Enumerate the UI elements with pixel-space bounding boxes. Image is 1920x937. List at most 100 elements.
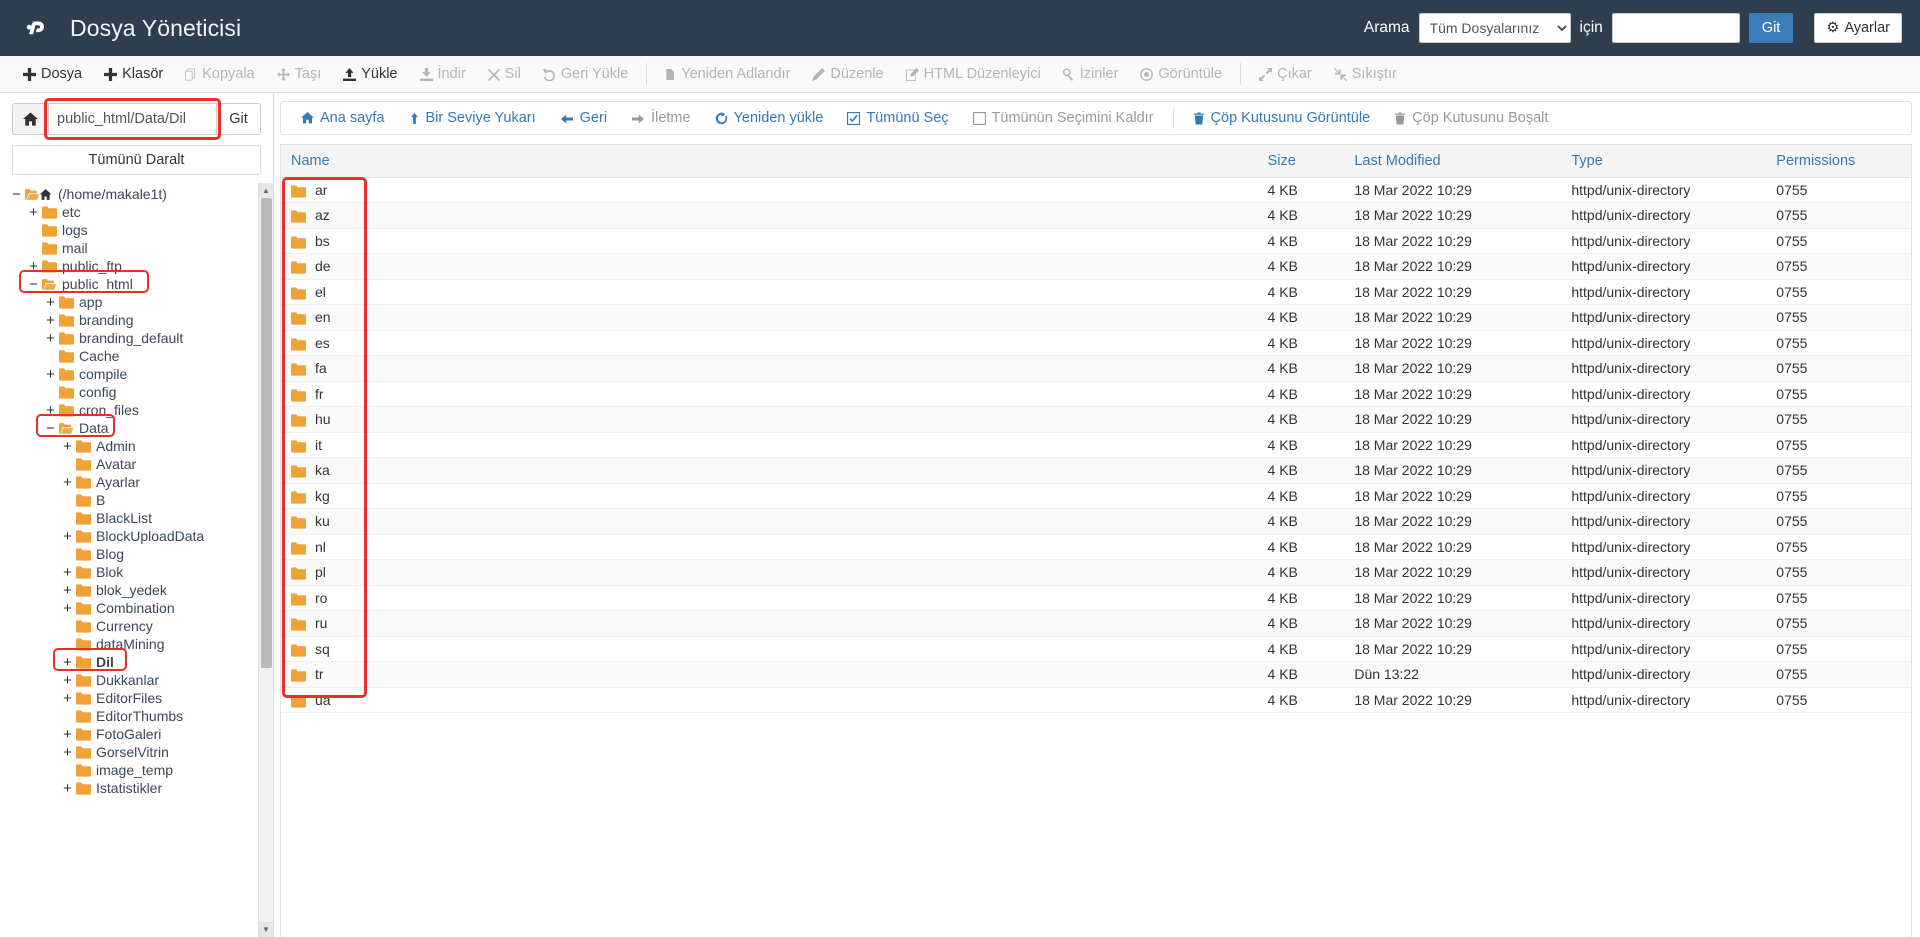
collapse-all-button[interactable]: Tümünü Daralt: [12, 145, 261, 175]
tree-item-avatar[interactable]: Avatar: [0, 455, 273, 473]
tree-item-branding[interactable]: + branding: [0, 311, 273, 329]
table-row[interactable]: de 4 KB 18 Mar 2022 10:29 httpd/unix-dir…: [281, 253, 1911, 280]
cell-name[interactable]: tr: [281, 661, 1258, 688]
cell-name[interactable]: nl: [281, 534, 1258, 560]
tree-item-branding_default[interactable]: + branding_default: [0, 329, 273, 347]
cell-name[interactable]: kg: [281, 483, 1258, 509]
table-row[interactable]: tr 4 KB Dün 13:22 httpd/unix-directory 0…: [281, 661, 1911, 688]
tree-item-combination[interactable]: + Combination: [0, 599, 273, 617]
table-row[interactable]: en 4 KB 18 Mar 2022 10:29 httpd/unix-dir…: [281, 304, 1911, 331]
tree-toggle-expand-icon[interactable]: +: [61, 745, 74, 760]
tree-item-home-makale1t[interactable]: − (/home/makale1t): [0, 185, 273, 203]
tree-item-blok[interactable]: + Blok: [0, 563, 273, 581]
toolbar-button-dosya[interactable]: Dosya: [12, 56, 93, 92]
tree-item-cron_files[interactable]: + cron_files: [0, 401, 273, 419]
tree-item-config[interactable]: config: [0, 383, 273, 401]
tree-item-editorfiles[interactable]: + EditorFiles: [0, 689, 273, 707]
home-icon-button[interactable]: [12, 103, 48, 135]
search-go-button[interactable]: Git: [1748, 13, 1794, 43]
tree-item-istatistikler[interactable]: + Istatistikler: [0, 779, 273, 797]
tree-toggle-collapse-icon[interactable]: −: [10, 187, 23, 202]
tree-item-public_ftp[interactable]: + public_ftp: [0, 257, 273, 275]
table-row[interactable]: ka 4 KB 18 Mar 2022 10:29 httpd/unix-dir…: [281, 457, 1911, 484]
cell-name[interactable]: fa: [281, 355, 1258, 382]
table-row[interactable]: az 4 KB 18 Mar 2022 10:29 httpd/unix-dir…: [281, 202, 1911, 229]
table-row[interactable]: sq 4 KB 18 Mar 2022 10:29 httpd/unix-dir…: [281, 636, 1911, 662]
table-row[interactable]: el 4 KB 18 Mar 2022 10:29 httpd/unix-dir…: [281, 279, 1911, 305]
table-row[interactable]: fa 4 KB 18 Mar 2022 10:29 httpd/unix-dir…: [281, 355, 1911, 382]
cell-name[interactable]: az: [281, 202, 1258, 229]
tree-toggle-expand-icon[interactable]: +: [61, 691, 74, 706]
tree-toggle-collapse-icon[interactable]: −: [27, 277, 40, 292]
table-row[interactable]: es 4 KB 18 Mar 2022 10:29 httpd/unix-dir…: [281, 330, 1911, 356]
table-row[interactable]: ru 4 KB 18 Mar 2022 10:29 httpd/unix-dir…: [281, 610, 1911, 637]
toolbar-button-y-kle[interactable]: Yükle: [332, 56, 408, 92]
cell-name[interactable]: en: [281, 304, 1258, 331]
tree-item-gorselvitrin[interactable]: + GorselVitrin: [0, 743, 273, 761]
tree-item-blacklist[interactable]: BlackList: [0, 509, 273, 527]
cell-name[interactable]: hu: [281, 406, 1258, 433]
cell-name[interactable]: ua: [281, 687, 1258, 713]
column-header-type[interactable]: Type: [1561, 145, 1767, 178]
tree-toggle-expand-icon[interactable]: +: [61, 655, 74, 670]
path-git-button[interactable]: Git: [217, 103, 261, 135]
cell-name[interactable]: de: [281, 253, 1258, 280]
table-row[interactable]: ar 4 KB 18 Mar 2022 10:29 httpd/unix-dir…: [281, 177, 1911, 203]
scroll-up-arrow-icon[interactable]: ▲: [259, 183, 273, 198]
tree-item-data[interactable]: − Data: [0, 419, 273, 437]
tree-item-b[interactable]: B: [0, 491, 273, 509]
tree-item-compile[interactable]: + compile: [0, 365, 273, 383]
tree-item-currency[interactable]: Currency: [0, 617, 273, 635]
tree-toggle-expand-icon[interactable]: +: [61, 601, 74, 616]
tree-toggle-expand-icon[interactable]: +: [61, 583, 74, 598]
table-row[interactable]: it 4 KB 18 Mar 2022 10:29 httpd/unix-dir…: [281, 432, 1911, 458]
cell-name[interactable]: fr: [281, 381, 1258, 407]
settings-button[interactable]: ⚙ Ayarlar: [1814, 13, 1902, 43]
tree-item-editorthumbs[interactable]: EditorThumbs: [0, 707, 273, 725]
scroll-down-arrow-icon[interactable]: ▼: [259, 922, 273, 937]
nav-button-bir-seviye-yukar[interactable]: Bir Seviye Yukarı: [397, 102, 548, 134]
cell-name[interactable]: it: [281, 432, 1258, 458]
tree-toggle-expand-icon[interactable]: +: [27, 259, 40, 274]
cell-name[interactable]: bs: [281, 228, 1258, 254]
cell-name[interactable]: ar: [281, 177, 1258, 203]
tree-toggle-expand-icon[interactable]: +: [44, 295, 57, 310]
table-row[interactable]: ua 4 KB 18 Mar 2022 10:29 httpd/unix-dir…: [281, 687, 1911, 713]
cell-name[interactable]: ku: [281, 508, 1258, 535]
table-row[interactable]: nl 4 KB 18 Mar 2022 10:29 httpd/unix-dir…: [281, 534, 1911, 560]
tree-item-logs[interactable]: logs: [0, 221, 273, 239]
tree-item-cache[interactable]: Cache: [0, 347, 273, 365]
toolbar-button-klas-r[interactable]: Klasör: [93, 56, 174, 92]
column-header-size[interactable]: Size: [1257, 145, 1345, 178]
tree-item-image_temp[interactable]: image_temp: [0, 761, 273, 779]
sidebar-scrollbar[interactable]: ▲ ▼: [258, 183, 273, 937]
scrollbar-thumb[interactable]: [261, 198, 272, 668]
nav-button-t-m-n-se[interactable]: Tümünü Seç: [835, 102, 960, 134]
nav-button-yeniden-y-kle[interactable]: Yeniden yükle: [703, 102, 836, 134]
tree-toggle-expand-icon[interactable]: +: [27, 205, 40, 220]
tree-item-etc[interactable]: + etc: [0, 203, 273, 221]
search-input[interactable]: [1611, 13, 1740, 43]
table-row[interactable]: bs 4 KB 18 Mar 2022 10:29 httpd/unix-dir…: [281, 228, 1911, 254]
tree-item-app[interactable]: + app: [0, 293, 273, 311]
tree-toggle-expand-icon[interactable]: +: [44, 367, 57, 382]
cell-name[interactable]: ro: [281, 585, 1258, 611]
nav-button-ana-sayfa[interactable]: Ana sayfa: [289, 102, 397, 134]
table-row[interactable]: ku 4 KB 18 Mar 2022 10:29 httpd/unix-dir…: [281, 508, 1911, 535]
tree-toggle-expand-icon[interactable]: +: [61, 727, 74, 742]
tree-item-blockuploaddata[interactable]: + BlockUploadData: [0, 527, 273, 545]
tree-item-blog[interactable]: Blog: [0, 545, 273, 563]
tree-toggle-expand-icon[interactable]: +: [61, 475, 74, 490]
table-row[interactable]: ro 4 KB 18 Mar 2022 10:29 httpd/unix-dir…: [281, 585, 1911, 611]
cell-name[interactable]: pl: [281, 559, 1258, 586]
tree-toggle-collapse-icon[interactable]: −: [44, 421, 57, 436]
tree-item-ayarlar[interactable]: + Ayarlar: [0, 473, 273, 491]
tree-item-mail[interactable]: mail: [0, 239, 273, 257]
search-scope-select[interactable]: Tüm Dosyalarınız: [1418, 13, 1571, 43]
tree-toggle-expand-icon[interactable]: +: [61, 529, 74, 544]
table-row[interactable]: fr 4 KB 18 Mar 2022 10:29 httpd/unix-dir…: [281, 381, 1911, 407]
tree-item-fotogaleri[interactable]: + FotoGaleri: [0, 725, 273, 743]
tree-item-admin[interactable]: + Admin: [0, 437, 273, 455]
cell-name[interactable]: es: [281, 330, 1258, 356]
column-header-name[interactable]: Name: [281, 145, 1258, 178]
